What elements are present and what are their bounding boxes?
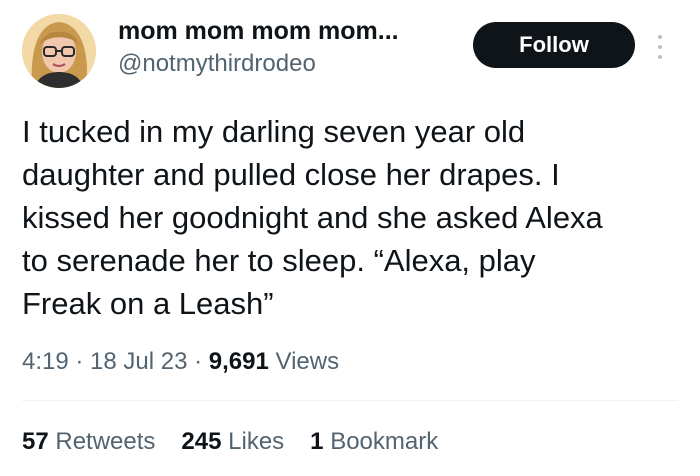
more-dot <box>658 55 662 59</box>
retweets-count: 57 <box>22 428 49 455</box>
divider <box>22 400 678 401</box>
bookmarks-count: 1 <box>310 428 324 455</box>
tweet-meta: 4:19 · 18 Jul 23 · 9,691 Views <box>22 344 339 380</box>
likes-label: Likes <box>221 428 285 455</box>
engagement-stats: 57 Retweets 245 Likes 1 Bookmark <box>22 424 438 460</box>
tweet-time[interactable]: 4:19 <box>22 348 69 375</box>
meta-separator: · <box>68 348 91 375</box>
views-label: Views <box>268 348 340 375</box>
author-block: mom mom mom mom... @notmythirdrodeo <box>118 14 399 80</box>
likes-count: 245 <box>181 428 222 455</box>
tweet-line: to serenade her to sleep. “Alexa, play <box>22 243 536 278</box>
more-options-icon[interactable] <box>650 30 670 64</box>
avatar[interactable] <box>22 14 96 88</box>
more-dot <box>658 45 662 49</box>
tweet-card: mom mom mom mom... @notmythirdrodeo Foll… <box>0 0 700 476</box>
bookmarks-stat[interactable]: 1 Bookmark <box>310 424 438 460</box>
bookmarks-label: Bookmark <box>323 428 439 455</box>
tweet-line: kissed her goodnight and she asked Alexa <box>22 200 603 235</box>
tweet-line: I tucked in my darling seven year old <box>22 114 526 149</box>
handle[interactable]: @notmythirdrodeo <box>118 48 399 80</box>
profile-photo-icon <box>22 14 96 88</box>
views-count: 9,691 <box>208 348 269 375</box>
tweet-line: Freak on a Leash” <box>22 286 274 321</box>
tweet-date[interactable]: 18 Jul 23 <box>90 348 187 375</box>
more-dot <box>658 35 662 39</box>
retweets-label: Retweets <box>48 428 156 455</box>
tweet-text: I tucked in my darling seven year old da… <box>22 110 682 325</box>
retweets-stat[interactable]: 57 Retweets <box>22 424 155 460</box>
follow-button[interactable]: Follow <box>473 22 635 68</box>
meta-separator: · <box>187 348 209 375</box>
display-name[interactable]: mom mom mom mom... <box>118 14 399 48</box>
likes-stat[interactable]: 245 Likes <box>181 424 284 460</box>
tweet-line: daughter and pulled close her drapes. I <box>22 157 560 192</box>
